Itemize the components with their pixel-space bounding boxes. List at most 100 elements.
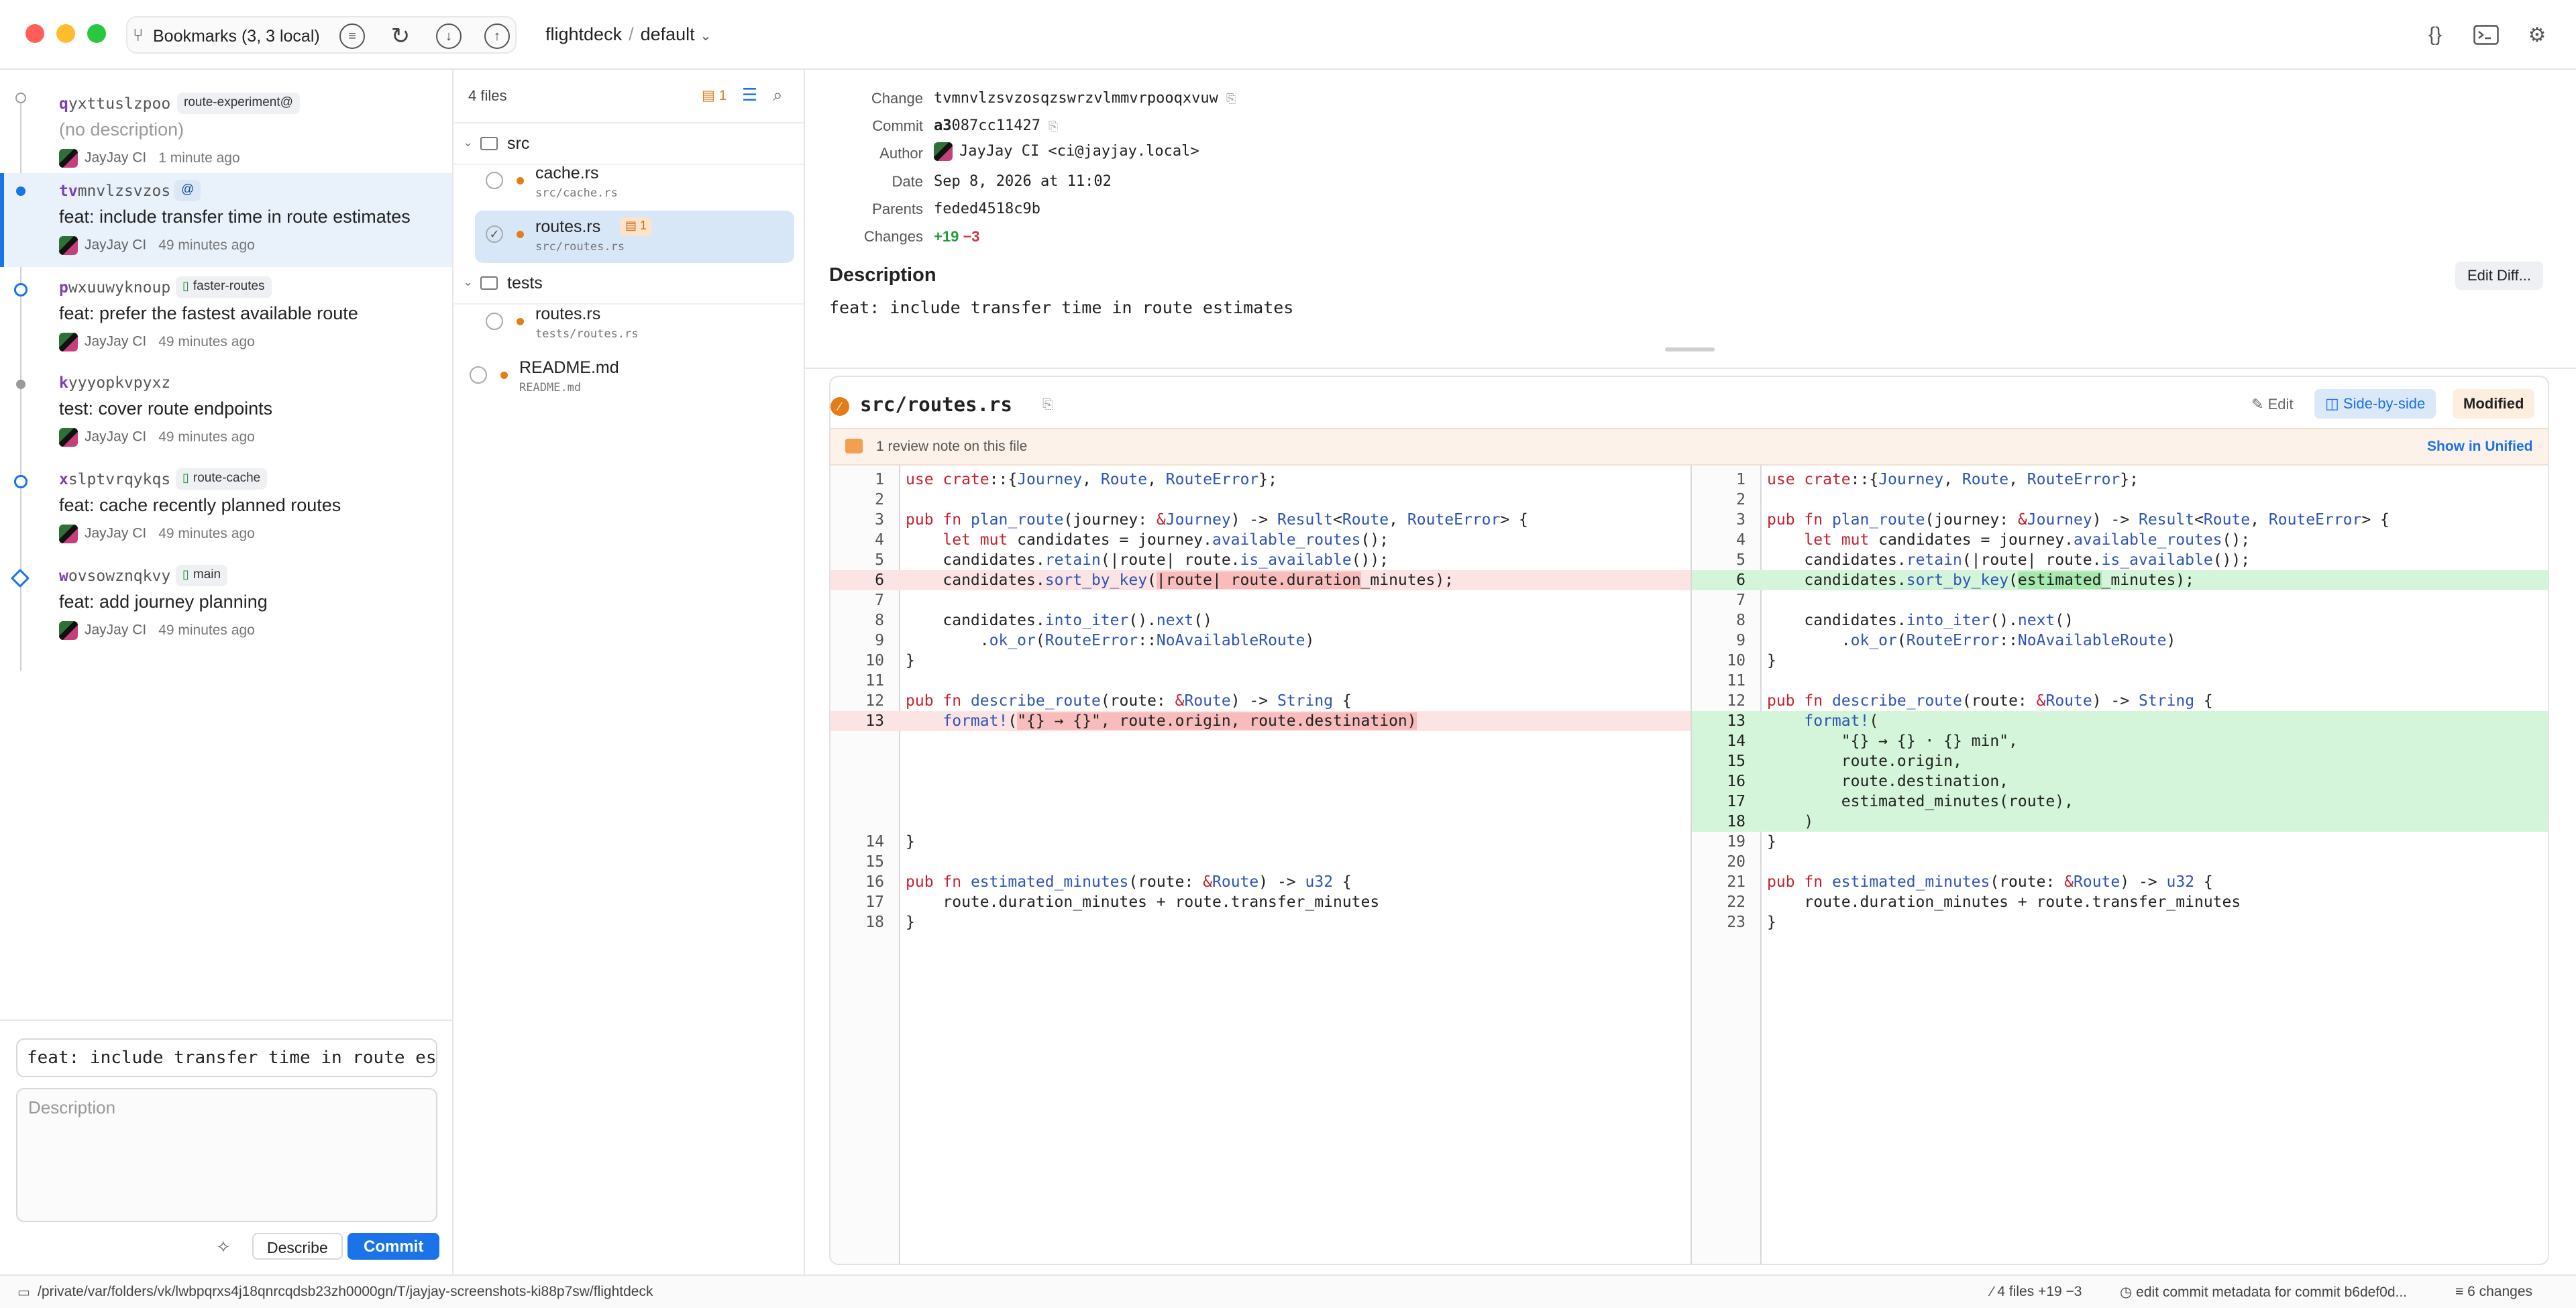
commit-title-input[interactable]: feat: include transfer time in route est… <box>16 1038 437 1077</box>
bookmarks-menu[interactable]: ⑂ Bookmarks (3, 3 local) ≡ ↻ ↓ ↑ <box>126 16 517 54</box>
files-header: 4 files ▤ 1 ☰ ⌕ <box>453 70 804 123</box>
change-id: tvmnvlzsvzos <box>59 182 171 200</box>
edit-file-button[interactable]: ✎ Edit <box>2251 396 2293 413</box>
json-icon[interactable]: {} <box>2418 19 2453 51</box>
bookmark-icon: ▯ <box>182 279 189 292</box>
change-description: feat: cache recently planned routes <box>59 495 341 515</box>
file-checkbox-checked[interactable]: ✓ <box>486 225 503 243</box>
chevron-down-icon: ⌄ <box>463 135 474 149</box>
copy-icon[interactable]: ⎘ <box>1226 92 1236 106</box>
graph-node <box>14 283 28 296</box>
search-icon[interactable]: ⌕ <box>773 85 783 106</box>
file-row-selected[interactable]: ✓ routes.rs ▤ 1 src/routes.rs <box>475 211 794 263</box>
diff-line: 8 candidates.into_iter().next() <box>1736 612 2074 629</box>
change-log-panel: qyxttuslzpoo route-experiment@ (no descr… <box>0 70 453 1274</box>
terminal-icon[interactable] <box>2469 19 2504 51</box>
commit-description-input[interactable]: Description <box>16 1088 437 1222</box>
modified-dot <box>517 231 524 238</box>
avatar <box>59 333 78 351</box>
file-row[interactable]: cache.rs src/cache.rs <box>475 157 794 209</box>
columns-icon: ◫ <box>2325 395 2339 412</box>
show-in-unified-link[interactable]: Show in Unified <box>2427 439 2533 455</box>
bookmark-tag[interactable]: route-experiment@ <box>177 93 300 114</box>
modified-dot <box>517 318 524 325</box>
diff-line: 16 pub fn estimated_minutes(route: &Route… <box>865 873 1352 891</box>
change-row[interactable]: qyxttuslzpoo route-experiment@ (no descr… <box>0 86 452 180</box>
file-checkbox[interactable] <box>470 366 487 384</box>
describe-button[interactable]: Describe <box>252 1233 343 1260</box>
bookmark-tag[interactable]: ▯ main <box>176 565 228 586</box>
diff-line: 20 <box>1727 853 1746 871</box>
commit-id-value: a3087cc11427 ⎘ <box>934 117 1059 134</box>
files-count: 4 files <box>468 87 507 104</box>
parent-link[interactable]: feded4518c9b <box>934 201 1040 217</box>
modified-icon: ∕ <box>830 397 849 416</box>
diff-viewer: ∕ src/routes.rs ⎘ ✎ Edit ◫ Side-by-side … <box>829 376 2549 1265</box>
pencil-icon: ✎ <box>2251 396 2264 413</box>
diff-file-header: ∕ src/routes.rs ⎘ ✎ Edit ◫ Side-by-side … <box>830 377 2548 436</box>
commit-button[interactable]: Commit <box>347 1233 440 1260</box>
tree-view-icon[interactable]: ☰ <box>742 85 757 105</box>
file-row[interactable]: README.md README.md <box>453 351 804 404</box>
diff-line: 9 .ok_or(RouteError::NoAvailableRoute) <box>1736 632 2176 649</box>
status-changes-summary[interactable]: ≡ 6 changes <box>2455 1284 2532 1300</box>
file-checkbox[interactable] <box>486 172 503 189</box>
diff-line: 23} <box>1727 914 1776 931</box>
change-detail-panel: Change tvmnvlzsvzosqzswrzvlmmvrpooqxvuw ⎘… <box>805 70 2576 1274</box>
repo-breadcrumb[interactable]: flightdeck / default ⌄ <box>545 24 711 45</box>
push-icon[interactable]: ↑ <box>484 23 510 49</box>
copy-icon[interactable]: ⎘ <box>1042 397 1053 413</box>
avatar <box>934 142 953 161</box>
comment-icon <box>845 439 863 453</box>
change-row[interactable]: kyyyopkvpyxz test: cover route endpoints… <box>0 365 452 459</box>
workspace-name: default <box>640 24 695 44</box>
diff-pane-new: 1 use crate::{Journey, Route, RouteError}… <box>1692 466 2548 1264</box>
file-row[interactable]: routes.rs tests/routes.rs <box>475 298 794 350</box>
graph-node <box>16 380 25 389</box>
sparkle-icon[interactable]: ✧ <box>216 1237 231 1258</box>
diff-line: 8 candidates.into_iter().next() <box>875 612 1212 629</box>
file-checkbox[interactable] <box>486 313 503 330</box>
diff-line: 12 pub fn describe_route(route: &Route) -… <box>865 692 1352 710</box>
diff-line: 4 let mut candidates = journey.available… <box>1736 531 2251 549</box>
list-icon[interactable]: ≡ <box>339 23 365 49</box>
diff-line: 9 .ok_or(RouteError::NoAvailableRoute) <box>875 632 1315 649</box>
change-row-selected[interactable]: tvmnvlzsvzos @ feat: include transfer ti… <box>0 173 452 267</box>
diff-line: 1 use crate::{Journey, Route, RouteError}… <box>875 471 1277 488</box>
status-bar: ▭ /private/var/folders/vk/lwbpqrxs4j18qn… <box>0 1274 2576 1308</box>
diff-file-name: src/routes.rs <box>860 393 1012 416</box>
window-maximize-button[interactable] <box>87 24 106 43</box>
repo-path[interactable]: /private/var/folders/vk/lwbpqrxs4j18qnrc… <box>38 1284 653 1300</box>
diff-line: 12 pub fn describe_route(route: &Route) -… <box>1727 692 2213 710</box>
fetch-icon[interactable]: ↓ <box>436 23 462 49</box>
avatar <box>59 428 78 447</box>
bookmark-tag[interactable]: ▯ faster-routes <box>176 276 272 298</box>
diff-line: 2 <box>875 491 884 508</box>
review-notes-count[interactable]: ▤ 1 <box>702 87 727 104</box>
branch-icon: ⑂ <box>133 25 144 45</box>
copy-icon[interactable]: ⎘ <box>1049 119 1058 133</box>
folder-icon: ▭ <box>17 1285 30 1300</box>
review-note-text: 1 review note on this file <box>876 439 1028 454</box>
repo-name: flightdeck <box>545 24 623 44</box>
diff-line: 7 <box>875 592 884 609</box>
commit-box: feat: include transfer time in route est… <box>0 1020 452 1274</box>
window-minimize-button[interactable] <box>56 24 75 43</box>
sync-icon[interactable]: ↻ <box>388 23 413 49</box>
layers-icon: ≡ <box>2455 1284 2464 1299</box>
resize-handle[interactable] <box>1665 347 1715 351</box>
window-close-button[interactable] <box>25 24 44 43</box>
change-row[interactable]: xslptvrqykqs ▯ route-cache feat: cache re… <box>0 461 452 555</box>
description-heading: Description <box>829 264 936 286</box>
bookmark-tag[interactable]: ▯ route-cache <box>176 468 268 490</box>
diff-line: 22 route.duration_minutes + route.transf… <box>1727 893 2241 911</box>
gear-icon[interactable]: ⚙ <box>2520 19 2555 51</box>
files-panel: 4 files ▤ 1 ☰ ⌕ ⌄ src cache.rs src/cache… <box>453 70 805 1274</box>
side-by-side-toggle[interactable]: ◫ Side-by-side <box>2314 389 2436 419</box>
diff-line: 19} <box>1727 833 1776 851</box>
change-row[interactable]: pwxuuwyknoup ▯ faster-routes feat: prefer… <box>0 270 452 364</box>
change-id-value: tvmnvlzsvzosqzswrzvlmmvrpooqxvuw ⎘ <box>934 90 1236 107</box>
change-row[interactable]: wovsowznqkvy ▯ main feat: add journey pla… <box>0 558 452 652</box>
diff-line-deleted: 6 candidates.sort_by_key(|route| route.d… <box>830 570 1690 590</box>
edit-diff-button[interactable]: Edit Diff... <box>2455 262 2543 290</box>
